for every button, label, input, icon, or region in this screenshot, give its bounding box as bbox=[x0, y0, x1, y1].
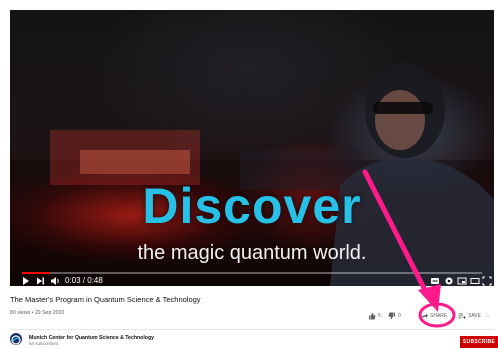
more-actions-icon: ... bbox=[486, 313, 491, 319]
settings-button[interactable] bbox=[444, 276, 454, 286]
miniplayer-icon bbox=[457, 277, 467, 285]
next-icon bbox=[37, 277, 44, 285]
volume-icon bbox=[51, 277, 59, 285]
video-overlay-subtitle: the magic quantum world. bbox=[137, 242, 367, 264]
subscribe-button[interactable]: SUBSCRIBE bbox=[460, 336, 498, 348]
like-button[interactable]: 5 bbox=[368, 311, 381, 321]
channel-logo-icon bbox=[11, 335, 21, 345]
divider bbox=[10, 329, 494, 330]
play-icon bbox=[23, 277, 29, 285]
thumbs-up-icon bbox=[369, 312, 376, 320]
more-actions-button[interactable]: ... bbox=[486, 311, 490, 321]
dislike-count: 0 bbox=[398, 313, 401, 319]
time-display: 0:03 / 0:48 bbox=[65, 276, 103, 285]
progress-bar[interactable] bbox=[22, 272, 482, 274]
theater-icon bbox=[470, 278, 480, 284]
video-player[interactable]: Discover the magic quantum world. 0:03 /… bbox=[10, 10, 494, 286]
fullscreen-icon bbox=[482, 276, 492, 286]
next-button[interactable] bbox=[36, 276, 45, 286]
video-overlay-title: Discover bbox=[142, 178, 362, 234]
video-meta: 80 views • 29 Sep 2020 bbox=[10, 310, 65, 316]
share-label: SHARE bbox=[430, 313, 448, 319]
channel-subscribers: 64 subscribers bbox=[29, 341, 59, 346]
miniplayer-button[interactable] bbox=[457, 276, 467, 286]
player-controls: 0:03 / 0:48 bbox=[10, 276, 494, 286]
dislike-button[interactable]: 0 bbox=[388, 311, 401, 321]
volume-button[interactable] bbox=[50, 276, 61, 286]
save-label: SAVE bbox=[468, 313, 481, 319]
progress-bar-fill bbox=[22, 272, 50, 274]
video-actions: 5 0 SHARE SAVE ... bbox=[368, 311, 498, 321]
save-playlist-icon bbox=[458, 313, 466, 319]
channel-avatar[interactable] bbox=[10, 333, 22, 345]
share-icon bbox=[421, 313, 428, 319]
save-button[interactable]: SAVE bbox=[458, 311, 481, 321]
subtitles-button[interactable] bbox=[430, 276, 440, 286]
share-button[interactable]: SHARE bbox=[420, 311, 447, 321]
subtitles-icon bbox=[431, 278, 439, 284]
video-title: The Master's Program in Quantum Science … bbox=[10, 295, 201, 304]
theater-button[interactable] bbox=[470, 276, 480, 286]
play-button[interactable] bbox=[22, 276, 30, 286]
like-count: 5 bbox=[378, 313, 381, 319]
fullscreen-button[interactable] bbox=[482, 276, 492, 286]
settings-icon bbox=[445, 277, 453, 285]
thumbs-down-icon bbox=[388, 312, 395, 320]
